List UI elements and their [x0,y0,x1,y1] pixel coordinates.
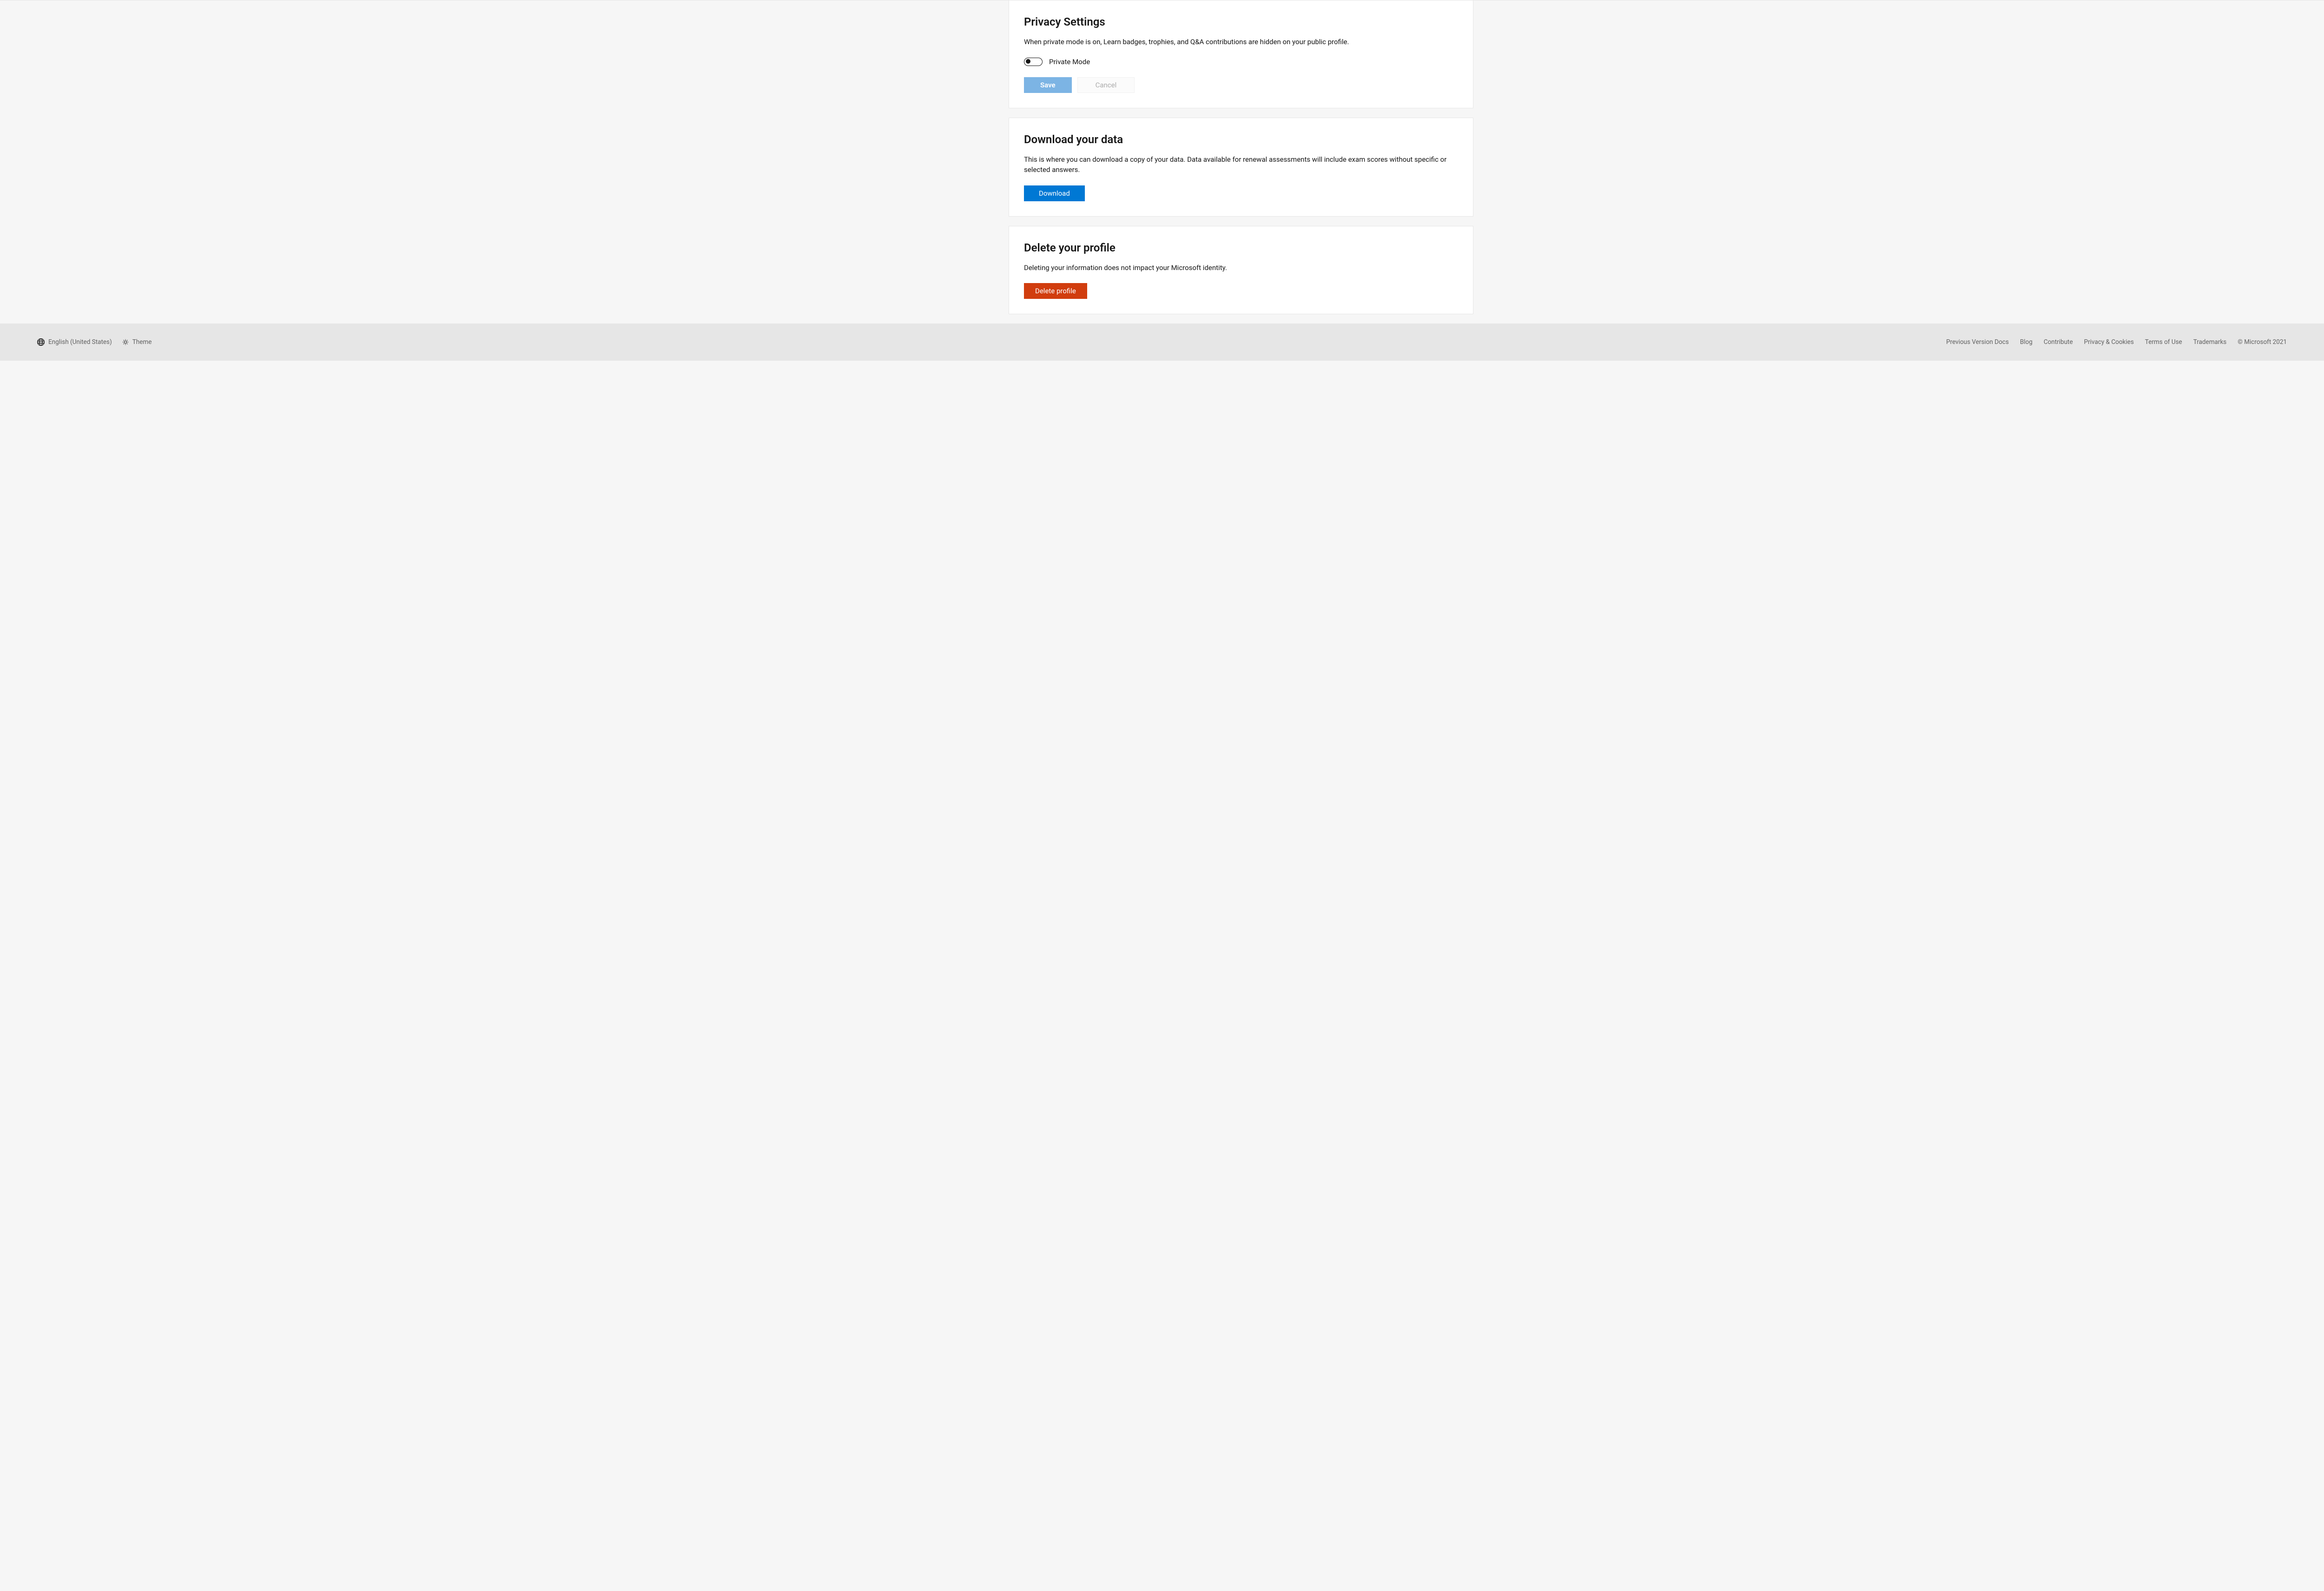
privacy-settings-card: Privacy Settings When private mode is on… [1009,0,1473,108]
footer-link-trademarks[interactable]: Trademarks [2193,338,2227,346]
footer-link-blog[interactable]: Blog [2020,338,2033,346]
footer-link-prev-docs[interactable]: Previous Version Docs [1946,338,2009,346]
delete-title: Delete your profile [1024,241,1458,254]
delete-profile-card: Delete your profile Deleting your inform… [1009,226,1473,315]
language-label: English (United States) [48,338,112,346]
cancel-button[interactable]: Cancel [1077,77,1135,93]
footer-right: Previous Version Docs Blog Contribute Pr… [1946,338,2287,346]
page-footer: English (United States) Theme Previous [0,323,2324,361]
privacy-title: Privacy Settings [1024,15,1458,28]
footer-left: English (United States) Theme [37,338,152,346]
footer-copyright: © Microsoft 2021 [2238,338,2287,346]
privacy-button-row: Save Cancel [1024,77,1458,93]
footer-link-contribute[interactable]: Contribute [2044,338,2073,346]
footer-link-privacy[interactable]: Privacy & Cookies [2084,338,2134,346]
toggle-knob [1026,59,1030,64]
download-description: This is where you can download a copy of… [1024,154,1458,175]
theme-selector[interactable]: Theme [122,338,152,346]
private-mode-label: Private Mode [1049,58,1090,66]
globe-icon [37,338,45,346]
delete-description: Deleting your information does not impac… [1024,263,1458,273]
save-button[interactable]: Save [1024,77,1072,93]
delete-profile-button[interactable]: Delete profile [1024,283,1087,299]
language-selector[interactable]: English (United States) [37,338,112,346]
sun-icon [122,339,129,345]
download-title: Download your data [1024,133,1458,146]
download-button[interactable]: Download [1024,185,1085,201]
privacy-description: When private mode is on, Learn badges, t… [1024,37,1458,47]
private-mode-toggle[interactable] [1024,58,1043,66]
footer-link-terms[interactable]: Terms of Use [2145,338,2182,346]
private-mode-row: Private Mode [1024,58,1458,66]
theme-label: Theme [132,338,152,346]
download-data-card: Download your data This is where you can… [1009,118,1473,217]
